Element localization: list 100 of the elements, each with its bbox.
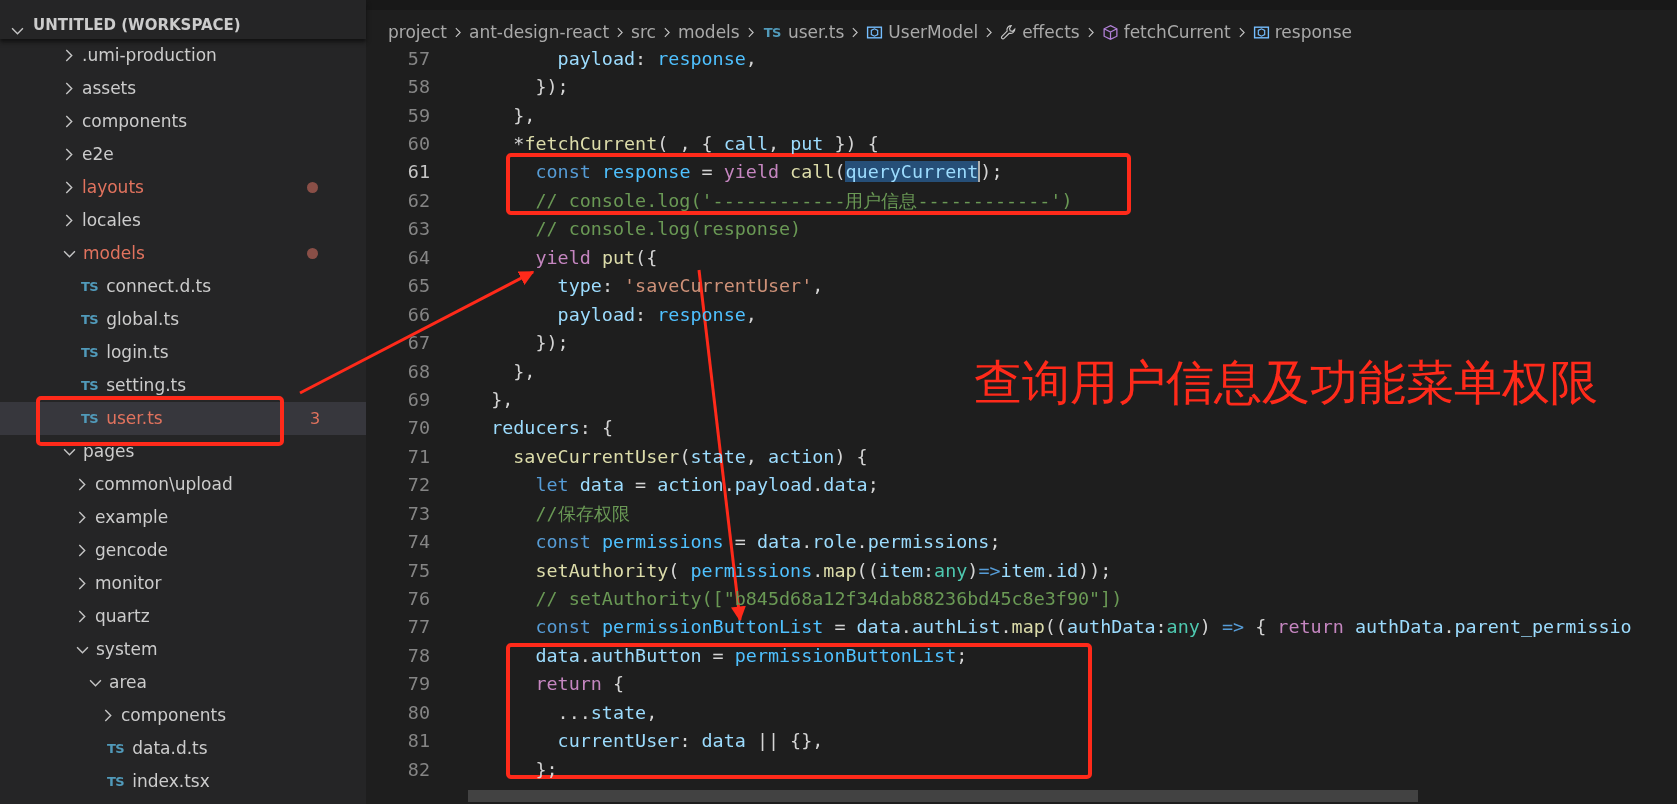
- tree-item[interactable]: TS login.ts: [73, 336, 169, 369]
- line-number: 71: [406, 445, 430, 467]
- chevron-right-icon: [852, 26, 859, 38]
- breadcrumb-item[interactable]: UserModel: [888, 22, 979, 42]
- chevron-icon: [11, 27, 24, 35]
- line-number: 58: [406, 76, 430, 98]
- tree-item[interactable]: TS connect.d.ts: [73, 270, 212, 303]
- breadcrumb-item[interactable]: effects: [1022, 22, 1080, 42]
- code-line: },: [512, 360, 536, 382]
- line-number: 82: [406, 758, 430, 780]
- line-number: 72: [406, 474, 430, 496]
- line-number: 64: [406, 246, 430, 268]
- line-number: 81: [406, 730, 430, 752]
- tree-item[interactable]: system: [73, 633, 158, 666]
- code-line: };: [534, 758, 558, 780]
- code-line: yield put({: [534, 246, 658, 268]
- chevron-right-icon: [455, 26, 461, 38]
- code-line: },: [490, 388, 514, 410]
- line-number: 67: [406, 332, 430, 354]
- ts-file-icon: TS: [81, 378, 99, 393]
- code-line: const permissionButtonList = data.authList.map((authData:any) => { return authData.parent_permissio: [534, 616, 1632, 638]
- code-line: // console.log('------------用户信息------------'): [534, 188, 1073, 213]
- tree-item[interactable]: components: [60, 105, 188, 138]
- tree-item[interactable]: components: [99, 699, 227, 732]
- line-number: 65: [406, 275, 430, 297]
- ts-file-icon: TS: [763, 24, 781, 40]
- breadcrumb-item[interactable]: response: [1274, 22, 1352, 42]
- code-line: },: [512, 104, 536, 126]
- modified-dot: [307, 182, 318, 193]
- code-line: //保存权限: [534, 501, 630, 526]
- line-number: 73: [406, 502, 430, 524]
- line-number: 69: [406, 388, 430, 410]
- code-line: reducers: {: [490, 417, 613, 439]
- ts-file-icon: TS: [107, 741, 125, 756]
- line-number: 63: [406, 218, 430, 240]
- chevron-right-icon: [1087, 26, 1094, 38]
- line-number: 60: [406, 133, 430, 155]
- tree-item[interactable]: monitor: [73, 567, 162, 600]
- chevron-right-icon: [663, 26, 670, 38]
- code-line: });: [534, 76, 569, 98]
- tree-item[interactable]: layouts: [60, 171, 144, 204]
- code-line: const permissions = data.role.permissions;: [534, 531, 1001, 553]
- tree-item[interactable]: locales: [60, 204, 141, 237]
- ts-file-icon: TS: [81, 411, 99, 426]
- chevron-right-icon: [747, 26, 754, 38]
- tree-item[interactable]: quartz: [73, 600, 150, 633]
- annotation-text: 查询用户信息及功能菜单权限: [974, 353, 1598, 412]
- line-number: 61: [406, 161, 430, 183]
- tree-item[interactable]: TS user.ts: [73, 402, 163, 435]
- cube-icon: [1101, 23, 1119, 41]
- tree-item[interactable]: example: [73, 501, 169, 534]
- code-line: ...state,: [556, 701, 658, 723]
- breadcrumb-item[interactable]: user.ts: [787, 22, 845, 42]
- code-line: // console.log(response): [534, 218, 802, 240]
- tree-item[interactable]: assets: [60, 72, 137, 105]
- wrench-icon: [1000, 23, 1018, 41]
- line-number: 77: [406, 616, 430, 638]
- chevron-right-icon: [1238, 26, 1245, 38]
- tree-item[interactable]: area: [86, 666, 147, 699]
- line-number: 75: [406, 559, 430, 581]
- line-number: 59: [406, 104, 430, 126]
- problem-count: 3: [310, 409, 321, 428]
- code-line: currentUser: data || {},: [556, 730, 824, 752]
- ts-file-icon: TS: [107, 774, 125, 789]
- chevron-right-icon: [617, 26, 624, 38]
- modified-dot: [307, 248, 318, 259]
- line-number: 76: [406, 588, 430, 610]
- ts-file-icon: TS: [81, 345, 99, 360]
- tree-item[interactable]: TS data.d.ts: [99, 732, 208, 765]
- tree-item[interactable]: models: [60, 237, 145, 270]
- tree-item[interactable]: TS global.ts: [73, 303, 179, 336]
- code-line: *fetchCurrent( , { call, put }) {: [512, 133, 879, 155]
- code-line: });: [534, 332, 569, 354]
- line-number: 70: [406, 417, 430, 439]
- breadcrumb-item[interactable]: src: [631, 22, 656, 42]
- line-number: 78: [406, 644, 430, 666]
- code-line: return {: [534, 673, 625, 695]
- ts-file-icon: TS: [81, 312, 99, 327]
- explorer-title: UNTITLED (WORKSPACE): [33, 16, 241, 34]
- tree-item[interactable]: common\upload: [73, 468, 233, 501]
- tree-item[interactable]: TS index.tsx: [99, 765, 210, 798]
- line-number: 62: [406, 189, 430, 211]
- line-number: 68: [406, 360, 430, 382]
- line-number: 80: [406, 701, 430, 723]
- code-line: const response = yield call(queryCurrent);: [534, 161, 1003, 183]
- tree-item[interactable]: pages: [60, 435, 135, 468]
- tree-item[interactable]: .umi-production: [60, 39, 217, 72]
- line-number: 66: [406, 303, 430, 325]
- code-line: data.authButton = permissionButtonList;: [534, 644, 968, 666]
- chevron-right-icon: [986, 26, 993, 38]
- line-number: 79: [406, 673, 430, 695]
- breadcrumb-item[interactable]: ant-design-react: [469, 22, 610, 42]
- scrollbar[interactable]: [468, 790, 1418, 802]
- symbol-icon: [1252, 23, 1270, 41]
- breadcrumb-item[interactable]: fetchCurrent: [1123, 22, 1231, 42]
- tree-item[interactable]: e2e: [60, 138, 114, 171]
- tree-item[interactable]: TS setting.ts: [73, 369, 187, 402]
- tree-item[interactable]: gencode: [73, 534, 169, 567]
- breadcrumb-item[interactable]: project: [388, 22, 447, 42]
- breadcrumb-item[interactable]: models: [677, 22, 740, 42]
